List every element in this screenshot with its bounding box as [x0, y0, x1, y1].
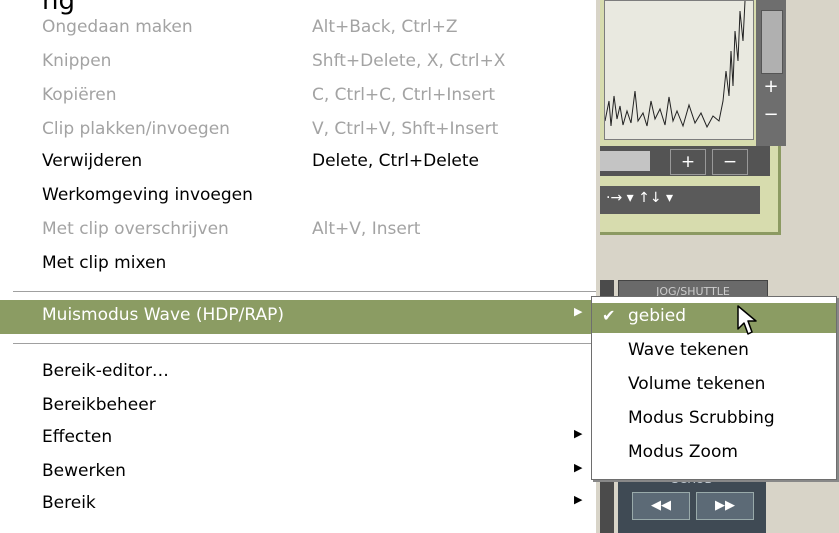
submenu-item-zoom-mode[interactable]: Modus Zoom: [592, 439, 836, 469]
scroll-zoom-out-button[interactable]: −: [761, 104, 781, 126]
menu-item-mouse-mode-wave[interactable]: Muismodus Wave (HDP/RAP) ▶: [0, 300, 596, 334]
menu-item-copy[interactable]: Kopiëren C, Ctrl+C, Ctrl+Insert: [0, 80, 596, 114]
scrub-forward-button[interactable]: ▶▶: [696, 492, 754, 520]
menu-item-insert-workspace[interactable]: Werkomgeving invoegen: [0, 180, 596, 214]
submenu-item-label: Wave tekenen: [628, 340, 749, 360]
scrollbar-thumb[interactable]: [761, 10, 783, 74]
vertical-zoom-scrollbar[interactable]: + −: [756, 0, 786, 146]
menu-item-shortcut: Delete, Ctrl+Delete: [312, 151, 480, 171]
menu-item-effects[interactable]: Effecten ▶: [0, 422, 596, 456]
menu-item-range[interactable]: Bereik ▶: [0, 488, 596, 522]
submenu-arrow-icon: ▶: [574, 493, 583, 506]
submenu-item-area[interactable]: ✔ gebied: [592, 303, 836, 333]
menu-item-label: Met clip mixen: [42, 253, 167, 273]
menu-item-shortcut: Alt+Back, Ctrl+Z: [312, 17, 458, 37]
waveform-graph: [605, 1, 746, 129]
menu-item-shortcut: V, Ctrl+V, Shft+Insert: [312, 119, 499, 139]
menu-item-delete[interactable]: Verwijderen Delete, Ctrl+Delete: [0, 146, 596, 180]
submenu-arrow-icon: ▶: [574, 427, 583, 440]
menu-separator: [13, 291, 596, 293]
menu-item-label: Ongedaan maken: [42, 17, 193, 37]
zoom-slider[interactable]: [600, 151, 650, 171]
menu-item-range-manager[interactable]: Bereikbeheer: [0, 390, 596, 424]
menu-item-label: Kopiëren: [42, 85, 117, 105]
menu-item-edit[interactable]: Bewerken ▶: [0, 456, 596, 490]
menu-item-label: Effecten: [42, 427, 113, 447]
submenu-item-label: Volume tekenen: [628, 374, 766, 394]
context-menu: ng Ongedaan maken Alt+Back, Ctrl+Z Knipp…: [0, 0, 596, 533]
navigation-arrows-row[interactable]: ·→ ▾ ↑↓ ▾: [600, 186, 760, 214]
zoom-in-button[interactable]: +: [670, 149, 706, 175]
menu-item-label: Werkomgeving invoegen: [42, 185, 253, 205]
checkmark-icon: ✔: [602, 306, 616, 325]
menu-item-shortcut: Alt+V, Insert: [312, 219, 421, 239]
submenu-item-label: gebied: [628, 306, 687, 326]
menu-item-cut[interactable]: Knippen Shft+Delete, X, Ctrl+X: [0, 46, 596, 80]
menu-item-label: Bereikbeheer: [42, 395, 156, 415]
menu-item-mix-clip[interactable]: Met clip mixen: [0, 248, 596, 282]
menu-item-overwrite-clip[interactable]: Met clip overschrijven Alt+V, Insert: [0, 214, 596, 248]
submenu-arrow-icon: ▶: [574, 305, 583, 318]
nav-arrows-label[interactable]: ·→ ▾ ↑↓ ▾: [606, 190, 673, 206]
menu-item-label: Muismodus Wave (HDP/RAP): [42, 305, 284, 325]
submenu-item-draw-wave[interactable]: Wave tekenen: [592, 337, 836, 367]
submenu-item-scrubbing-mode[interactable]: Modus Scrubbing: [592, 405, 836, 435]
menu-item-paste-insert[interactable]: Clip plakken/invoegen V, Ctrl+V, Shft+In…: [0, 114, 596, 148]
menu-item-label: Bereik: [42, 493, 96, 513]
zoom-out-button[interactable]: −: [712, 149, 748, 175]
menu-separator: [13, 343, 596, 345]
submenu-item-draw-volume[interactable]: Volume tekenen: [592, 371, 836, 401]
mouse-mode-submenu: ✔ gebied Wave tekenen Volume tekenen Mod…: [591, 296, 837, 480]
submenu-item-label: Modus Scrubbing: [628, 408, 775, 428]
menu-item-range-editor[interactable]: Bereik-editor…: [0, 356, 596, 390]
menu-item-label: Met clip overschrijven: [42, 219, 229, 239]
menu-item-label: Bewerken: [42, 461, 126, 481]
menu-item-shortcut: C, Ctrl+C, Ctrl+Insert: [312, 85, 496, 105]
menu-item-label: Verwijderen: [42, 151, 143, 171]
horizontal-zoom-row: + −: [600, 146, 770, 176]
scrub-rewind-button[interactable]: ◀◀: [632, 492, 690, 520]
menu-item-shortcut: Shft+Delete, X, Ctrl+X: [312, 51, 506, 71]
waveform-display[interactable]: [604, 0, 754, 140]
menu-item-label: Bereik-editor…: [42, 361, 169, 381]
scroll-zoom-in-button[interactable]: +: [761, 76, 781, 98]
mouse-pointer-icon: [737, 305, 757, 335]
menu-item-undo[interactable]: Ongedaan maken Alt+Back, Ctrl+Z: [0, 12, 596, 46]
submenu-item-label: Modus Zoom: [628, 442, 738, 462]
menu-item-label: Knippen: [42, 51, 112, 71]
submenu-arrow-icon: ▶: [574, 461, 583, 474]
menu-item-label: Clip plakken/invoegen: [42, 119, 230, 139]
